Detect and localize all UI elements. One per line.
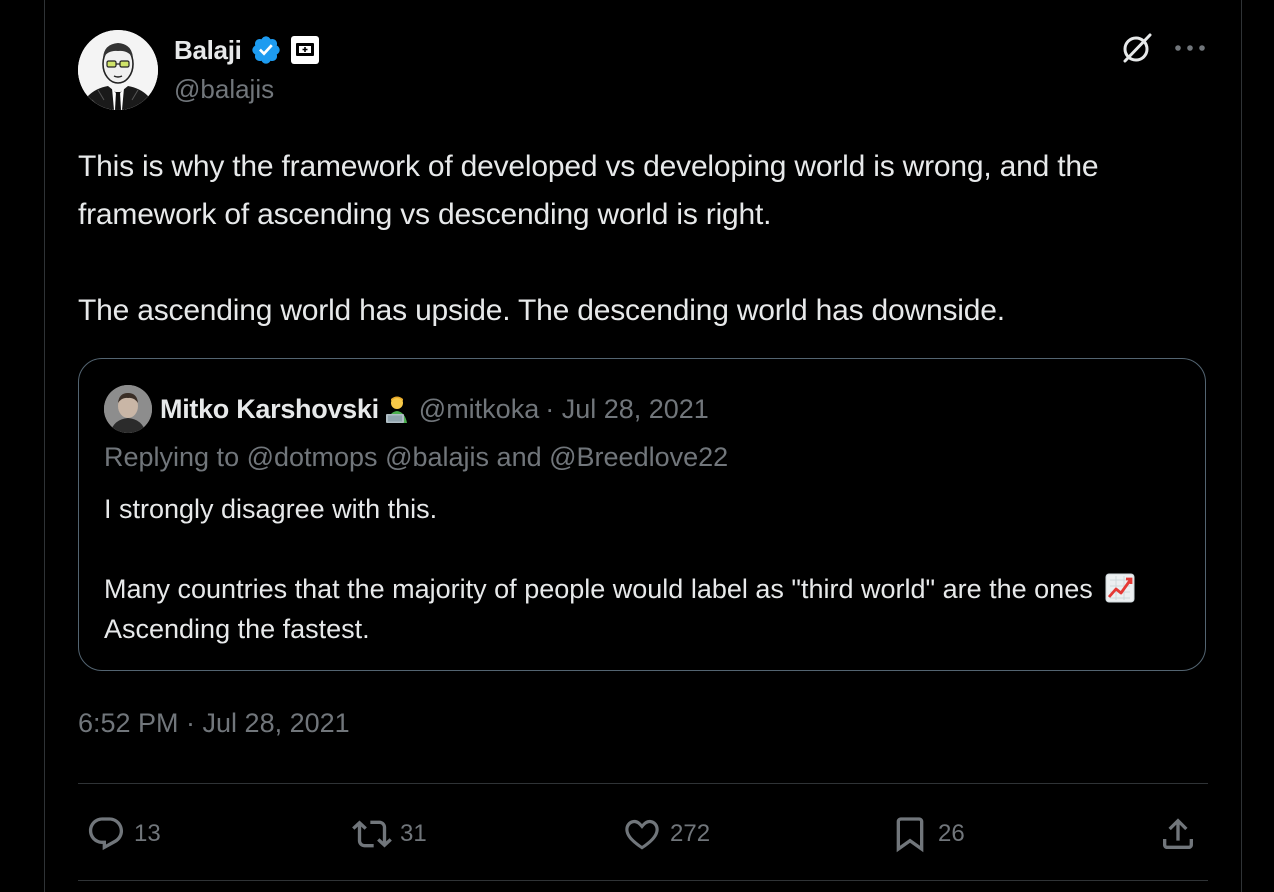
divider	[78, 783, 1208, 784]
tweet-timestamp[interactable]: 6:52 PM · Jul 28, 2021	[78, 708, 350, 739]
tweet-paragraph: The ascending world has upside. The desc…	[78, 294, 1005, 327]
bookmark-button[interactable]: 26	[890, 812, 965, 856]
reply-icon	[88, 817, 124, 851]
quoted-tweet-card[interactable]: Mitko Karshovski @mitkoka · Jul 28, 2021…	[78, 358, 1206, 671]
affiliate-badge-icon[interactable]	[290, 35, 320, 65]
quoted-paragraph-2: Many countries that the majority of peop…	[104, 569, 1184, 649]
repost-button[interactable]: 31	[352, 812, 427, 856]
share-button[interactable]	[1158, 812, 1198, 856]
bookmark-icon	[896, 817, 924, 853]
share-icon	[1163, 818, 1193, 849]
column-border-left	[44, 0, 45, 892]
quoted-author-avatar[interactable]	[104, 385, 152, 433]
author-handle[interactable]: @balajis	[174, 74, 274, 105]
repost-icon	[352, 820, 392, 848]
technologist-emoji-icon	[381, 393, 413, 425]
tweet-text: This is why the framework of developed v…	[78, 143, 1198, 335]
more-options-icon[interactable]	[1172, 38, 1208, 58]
mention-link[interactable]: @Breedlove22	[549, 442, 728, 472]
quoted-date[interactable]: · Jul 28, 2021	[545, 394, 709, 425]
like-button[interactable]: 272	[622, 812, 710, 856]
quoted-paragraph-end: Ascending the fastest.	[104, 614, 370, 644]
chart-increasing-emoji-icon	[1104, 572, 1136, 604]
verified-badge-icon[interactable]	[250, 34, 282, 66]
author-avatar[interactable]	[78, 30, 158, 110]
divider	[78, 880, 1208, 881]
quoted-paragraph: I strongly disagree with this.	[104, 494, 438, 524]
grok-icon[interactable]	[1119, 30, 1155, 66]
and-word: and	[496, 442, 542, 472]
column-border-right	[1241, 0, 1242, 892]
quoted-tweet-text: I strongly disagree with this. Many coun…	[104, 489, 1184, 649]
reply-count: 13	[134, 820, 161, 847]
quoted-author-handle[interactable]: @mitkoka	[419, 394, 539, 425]
bookmark-count: 26	[938, 820, 965, 847]
quoted-paragraph-start: Many countries that the majority of peop…	[104, 574, 1101, 604]
quoted-header: Mitko Karshovski @mitkoka · Jul 28, 2021	[160, 389, 709, 429]
tweet-paragraph: This is why the framework of developed v…	[78, 150, 1099, 231]
like-icon	[625, 819, 659, 850]
repost-count: 31	[400, 820, 427, 847]
quoted-author-name[interactable]: Mitko Karshovski	[160, 394, 379, 425]
author-name[interactable]: Balaji	[174, 35, 242, 66]
author-name-row: Balaji	[174, 32, 320, 68]
reply-button[interactable]: 13	[86, 812, 161, 856]
replying-to-line: Replying to @dotmops @balajis and @Breed…	[104, 442, 728, 473]
mention-link[interactable]: @balajis	[385, 442, 489, 472]
mention-link[interactable]: @dotmops	[247, 442, 378, 472]
like-count: 272	[670, 820, 711, 847]
replying-to-label: Replying to	[104, 442, 247, 472]
